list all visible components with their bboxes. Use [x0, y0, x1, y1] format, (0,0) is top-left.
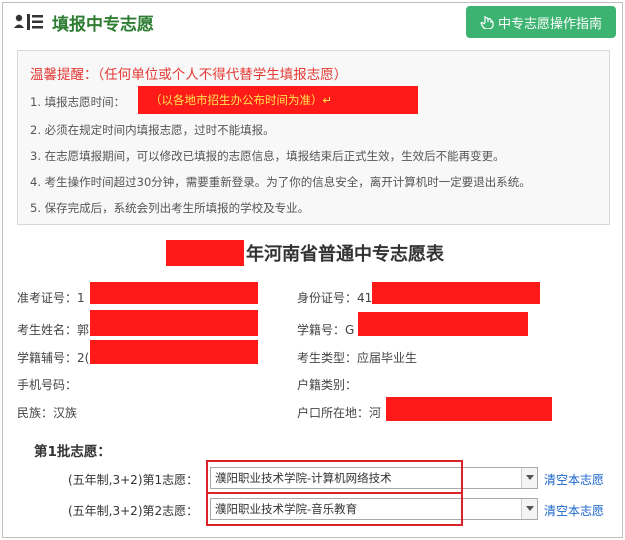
chevron-down-icon[interactable] [521, 468, 537, 488]
time-redaction: （以各地市招生办公布时间为准）↵ [138, 86, 418, 114]
pointer-hand-icon [480, 16, 494, 29]
notice-item-1: 1. 填报志愿时间： [30, 95, 126, 109]
phone-label: 手机号码： [17, 378, 78, 392]
notice-item-4: 4. 考生操作时间超过30分钟，需要重新登录。为了你的信息安全，离开计算机时一定… [30, 175, 531, 189]
exam-number-label: 准考证号：1 [17, 291, 85, 305]
choice-1-label: (五年制,3+2)第1志愿： [68, 473, 199, 487]
household-location-label: 户口所在地：河 [297, 406, 382, 420]
clear-choice-2-link[interactable]: 清空本志愿 [544, 502, 604, 519]
student-id-redaction [358, 312, 528, 336]
choice-2-highlight [206, 492, 463, 526]
notice-title: 温馨提醒：（任何单位或个人不得代替学生填报志愿） [30, 67, 348, 83]
choice-2-label: (五年制,3+2)第2志愿： [68, 504, 199, 518]
notice-item-3: 3. 在志愿填报期间，可以修改已填报的志愿信息，填报结束后正式生效，生效后不能再… [30, 149, 505, 163]
candidate-type-label: 考生类型：应届毕业生 [297, 351, 418, 365]
id-card-label: 身份证号：41 [297, 291, 373, 305]
household-location-redaction [386, 397, 552, 421]
aux-student-id-label: 学籍辅号：2( [17, 351, 90, 365]
notice-item-2: 2. 必须在规定时间内填报志愿，过时不能填报。 [30, 123, 275, 137]
page-title: 填报中专志愿 [52, 15, 154, 35]
batch-label: 第1批志愿： [34, 444, 111, 460]
id-card-redaction [372, 282, 540, 304]
form-title: 年河南省普通中专志愿表 [246, 244, 444, 265]
notice-box: 温馨提醒：（任何单位或个人不得代替学生填报志愿） 1. 填报志愿时间： 2. 必… [17, 50, 610, 225]
household-type-label: 户籍类别： [297, 378, 358, 392]
clear-choice-1-link[interactable]: 清空本志愿 [544, 471, 604, 488]
guide-button[interactable]: 中专志愿操作指南 [466, 6, 616, 38]
user-list-icon [14, 14, 43, 30]
student-name-redaction [90, 310, 258, 336]
choice-1-highlight [206, 460, 463, 494]
guide-button-label: 中专志愿操作指南 [497, 16, 602, 32]
aux-student-id-redaction [90, 340, 258, 364]
notice-item-5: 5. 保存完成后，系统会列出考生所填报的学校及专业。 [30, 201, 310, 215]
chevron-down-icon[interactable] [521, 499, 537, 519]
ethnicity-label: 民族：汉族 [17, 406, 78, 420]
page-header: 填报中专志愿 中专志愿操作指南 [10, 6, 616, 38]
year-redaction [166, 240, 244, 266]
student-id-label: 学籍号：G [297, 323, 355, 337]
student-name-label: 考生姓名：郭 [17, 323, 90, 337]
exam-number-redaction [90, 282, 258, 304]
